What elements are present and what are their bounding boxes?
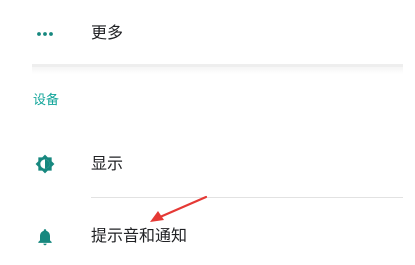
brightness-icon xyxy=(35,154,55,174)
settings-item-sound-notification[interactable]: 提示音和通知 xyxy=(0,205,415,265)
settings-item-more[interactable]: 更多 xyxy=(0,0,415,60)
bell-icon xyxy=(35,227,55,247)
settings-item-display[interactable]: 显示 xyxy=(0,135,415,195)
section-divider xyxy=(32,64,403,74)
list-divider xyxy=(91,197,403,198)
section-header-device: 设备 xyxy=(33,93,60,108)
settings-item-sound-notification-label: 提示音和通知 xyxy=(91,226,188,245)
settings-item-more-label: 更多 xyxy=(91,23,124,42)
more-horizontal-icon xyxy=(35,24,55,44)
settings-item-display-label: 显示 xyxy=(91,154,124,173)
